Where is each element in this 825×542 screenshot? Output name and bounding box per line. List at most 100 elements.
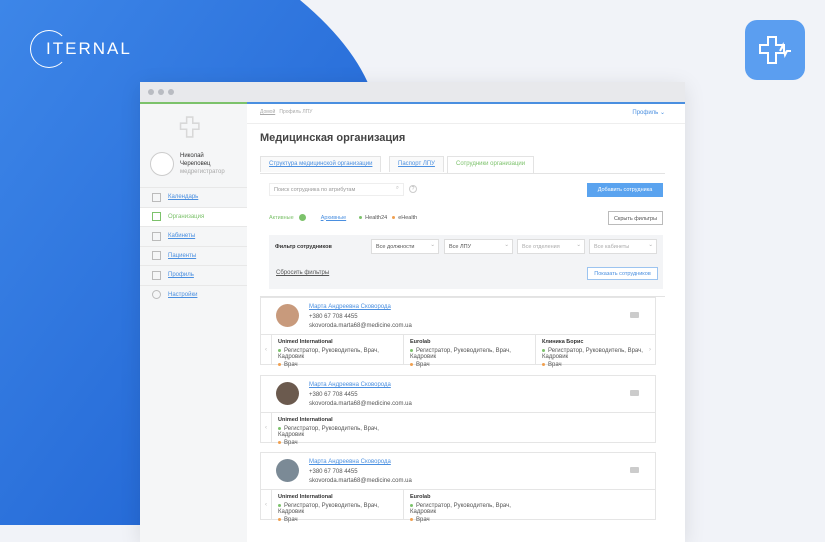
employee-photo (276, 459, 299, 482)
calendar-icon (152, 192, 161, 202)
label: Календарь (168, 194, 199, 201)
filter-label: Фильтр сотрудников (275, 244, 332, 250)
employee-phone: +380 67 708 4455 (309, 469, 358, 475)
org-name: Eurolab (410, 339, 431, 345)
org-roles: Регистратор, Руководитель, Врач, Кадрови… (410, 503, 511, 515)
user-first-name: Николай (180, 153, 204, 159)
sidebar-item-settings[interactable]: Настройки (140, 284, 247, 305)
app-icon (745, 20, 805, 80)
settings-icon (152, 290, 161, 300)
next-arrow-icon[interactable]: › (649, 347, 651, 353)
org-name: Unimed International (278, 339, 333, 345)
org-roles: Регистратор, Руководитель, Врач, Кадрови… (410, 348, 511, 360)
employee-phone: +380 67 708 4455 (309, 392, 358, 398)
prev-arrow-icon[interactable]: ‹ (265, 347, 267, 353)
app-window: Николай Череповец медрегистратор Календарь… (140, 82, 685, 542)
employee-card: Марта Андреевна Сковорода +380 67 708 44… (260, 375, 656, 446)
cabinets-icon (152, 231, 161, 241)
tab-structure[interactable]: Структура медицинской организации (260, 156, 382, 172)
briefcase-icon[interactable] (630, 467, 639, 473)
sidebar-item-cabinets[interactable]: Кабинеты (140, 226, 247, 246)
employee-card: Марта Андреевна Сковорода +380 67 708 44… (260, 297, 656, 368)
profile-icon (152, 270, 161, 280)
employee-phone: +380 67 708 4455 (309, 314, 358, 320)
page-title: Медицинская организация (260, 132, 406, 144)
org-role-secondary: Врач (548, 362, 562, 368)
org-name: Unimed International (278, 494, 333, 500)
profile-menu[interactable]: Профиль ⌄ (632, 109, 665, 116)
organization-icon (152, 212, 161, 222)
search-placeholder: Поиск сотрудника по атрибутам (274, 187, 356, 193)
show-employees-button[interactable]: Показать сотрудников (587, 267, 658, 280)
avatar (150, 152, 174, 176)
briefcase-icon[interactable] (630, 312, 639, 318)
prev-arrow-icon[interactable]: ‹ (265, 425, 267, 431)
employee-card: Марта Андреевна Сковорода +380 67 708 44… (260, 452, 656, 523)
org-name: Unimed International (278, 417, 333, 423)
sidebar-item-patients[interactable]: Пациенты (140, 245, 247, 266)
employee-email: skovoroda.marta68@medicine.com.ua (309, 478, 412, 484)
label: Кабинеты (168, 233, 196, 240)
employee-name-link[interactable]: Марта Андреевна Сковорода (309, 304, 391, 310)
employee-email: skovoroda.marta68@medicine.com.ua (309, 401, 412, 407)
department-select[interactable]: Все отделения (517, 239, 585, 254)
window-titlebar (140, 82, 685, 102)
search-icon: ⌕ (395, 185, 399, 191)
filter-panel: Фильтр сотрудников Все должности Все ЛПУ… (269, 235, 663, 289)
sidebar-item-profile[interactable]: Профиль (140, 265, 247, 285)
label: Настройки (168, 291, 198, 298)
org-name: Клиника Борис (542, 339, 584, 345)
sidebar-logo-icon (179, 116, 200, 138)
hide-filters-button[interactable]: Скрыть фильтры (608, 211, 663, 225)
employee-photo (276, 304, 299, 327)
add-employee-button[interactable]: Добавить сотрудника (587, 183, 663, 197)
breadcrumb-home[interactable]: Домой (260, 109, 275, 115)
main-content: Домой Профиль ЛПУ Профиль ⌄ Медицинская … (247, 102, 685, 542)
ehealth-label: eHealth (398, 214, 418, 221)
employee-org: Unimed International Регистратор, Руковод… (271, 490, 402, 523)
org-role-secondary: Врач (416, 362, 430, 368)
employee-photo (276, 382, 299, 405)
org-roles: Регистратор, Руководитель, Врач, Кадрови… (278, 426, 379, 438)
archive-filter[interactable]: Архивные (321, 215, 346, 221)
cabinet-select[interactable]: Все кабинеты (589, 239, 657, 254)
org-roles: Регистратор, Руководитель, Врач, Кадрови… (278, 348, 379, 360)
briefcase-icon[interactable] (630, 390, 639, 396)
active-toggle[interactable] (298, 214, 306, 221)
org-roles: Регистратор, Руководитель, Врач, Кадрови… (278, 503, 379, 515)
org-roles: Регистратор, Руководитель, Врач, Кадрови… (542, 348, 643, 360)
org-role-secondary: Врач (284, 440, 298, 446)
sidebar-item-calendar[interactable]: Календарь (140, 187, 247, 207)
sidebar: Николай Череповец медрегистратор Календарь… (140, 102, 247, 542)
position-select[interactable]: Все должности (371, 239, 439, 254)
employee-name-link[interactable]: Марта Андреевна Сковорода (309, 382, 391, 388)
health24-label: Health24 (365, 214, 388, 221)
employee-email: skovoroda.marta68@medicine.com.ua (309, 323, 412, 329)
search-input[interactable]: Поиск сотрудника по атрибутам ⌕ (269, 183, 404, 196)
help-icon[interactable]: ? (409, 185, 417, 193)
profile-menu-label: Профиль (632, 110, 659, 116)
label: Профиль (168, 272, 194, 279)
user-role: медрегистратор (180, 169, 225, 175)
employee-org: Unimed International Регистратор, Руковод… (271, 335, 402, 368)
label: Пациенты (168, 252, 197, 259)
tab-employees[interactable]: Сотрудники организации (447, 156, 535, 174)
sidebar-item-organization[interactable]: Организация (140, 206, 247, 226)
org-role-secondary: Врач (416, 517, 430, 523)
org-role-secondary: Врач (284, 517, 298, 523)
breadcrumb: Домой Профиль ЛПУ (260, 109, 312, 115)
active-filter[interactable]: Активные (269, 215, 294, 221)
lpu-select[interactable]: Все ЛПУ (444, 239, 513, 254)
user-card[interactable]: Николай Череповец медрегистратор (150, 152, 225, 176)
prev-arrow-icon[interactable]: ‹ (265, 502, 267, 508)
employee-org: Eurolab Регистратор, Руководитель, Врач, … (403, 490, 534, 523)
brand-logo: ITERNAL (30, 30, 132, 68)
employee-name-link[interactable]: Марта Андреевна Сковорода (309, 459, 391, 465)
user-last-name: Череповец (180, 161, 211, 167)
reset-filters-link[interactable]: Сбросить фильтры (276, 270, 329, 276)
patients-icon (152, 251, 161, 261)
breadcrumb-current: Профиль ЛПУ (279, 109, 313, 115)
tab-passport[interactable]: Паспорт ЛПУ (389, 156, 444, 172)
employee-org: Eurolab Регистратор, Руководитель, Врач, … (403, 335, 534, 368)
org-name: Eurolab (410, 494, 431, 500)
